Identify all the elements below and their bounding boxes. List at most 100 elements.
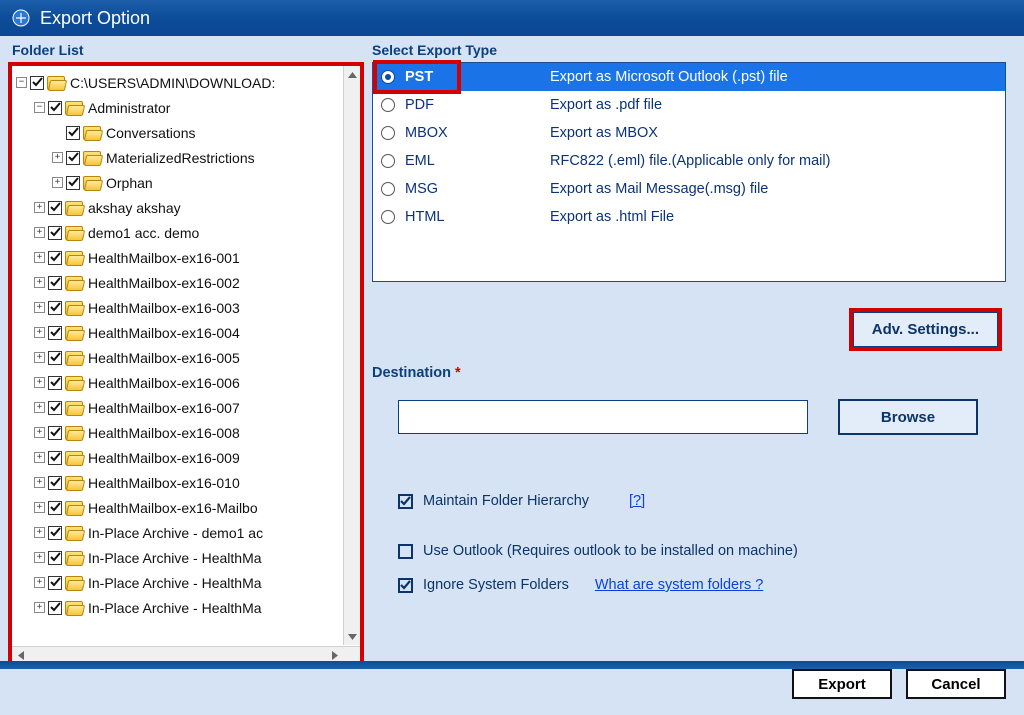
tree-checkbox[interactable] — [48, 326, 62, 340]
folder-icon — [83, 126, 101, 140]
scroll-down-icon[interactable] — [344, 628, 360, 645]
tree-row[interactable]: +HealthMailbox-ex16-009 — [32, 445, 360, 470]
expand-icon[interactable]: + — [34, 202, 45, 213]
export-type-msg[interactable]: MSGExport as Mail Message(.msg) file — [373, 175, 1005, 203]
tree-checkbox[interactable] — [48, 576, 62, 590]
expand-icon[interactable]: + — [52, 177, 63, 188]
tree-row[interactable]: + Orphan — [50, 170, 360, 195]
tree-checkbox[interactable] — [66, 176, 80, 190]
tree-row[interactable]: −C:\USERS\ADMIN\DOWNLOAD: — [14, 70, 360, 95]
tree-checkbox[interactable] — [66, 151, 80, 165]
tree-item-label: demo1 acc. demo — [86, 225, 199, 241]
expand-icon[interactable]: + — [52, 152, 63, 163]
tree-item-label: HealthMailbox-ex16-006 — [86, 375, 240, 391]
expand-icon[interactable]: + — [34, 552, 45, 563]
folder-icon — [65, 326, 83, 340]
radio-icon — [381, 98, 395, 112]
export-type-mbox[interactable]: MBOXExport as MBOX — [373, 119, 1005, 147]
radio-icon — [381, 126, 395, 140]
expand-icon[interactable]: + — [34, 227, 45, 238]
tree-row[interactable]: +HealthMailbox-ex16-001 — [32, 245, 360, 270]
tree-checkbox[interactable] — [66, 126, 80, 140]
expand-icon[interactable]: + — [34, 602, 45, 613]
tree-row[interactable]: +HealthMailbox-ex16-002 — [32, 270, 360, 295]
expand-icon[interactable]: + — [34, 427, 45, 438]
browse-button[interactable]: Browse — [838, 399, 978, 435]
destination-input[interactable] — [398, 400, 808, 434]
tree-checkbox[interactable] — [48, 376, 62, 390]
collapse-icon[interactable]: − — [16, 77, 27, 88]
cancel-button[interactable]: Cancel — [906, 669, 1006, 699]
maintain-hierarchy-checkbox[interactable] — [398, 494, 413, 509]
expand-icon[interactable]: + — [34, 327, 45, 338]
tree-checkbox[interactable] — [48, 201, 62, 215]
tree-row[interactable]: +HealthMailbox-ex16-003 — [32, 295, 360, 320]
tree-checkbox[interactable] — [48, 276, 62, 290]
collapse-icon[interactable]: − — [34, 102, 45, 113]
tree-row[interactable]: +akshay akshay — [32, 195, 360, 220]
tree-checkbox[interactable] — [48, 101, 62, 115]
folder-icon — [65, 301, 83, 315]
tree-checkbox[interactable] — [48, 526, 62, 540]
use-outlook-checkbox[interactable] — [398, 544, 413, 559]
expand-icon[interactable]: + — [34, 402, 45, 413]
tree-vertical-scrollbar[interactable] — [343, 66, 360, 645]
tree-checkbox[interactable] — [30, 76, 44, 90]
tree-row[interactable]: −Administrator — [32, 95, 360, 120]
export-type-desc: Export as MBOX — [550, 125, 1005, 141]
tree-row[interactable]: +HealthMailbox-ex16-010 — [32, 470, 360, 495]
tree-checkbox[interactable] — [48, 401, 62, 415]
tree-checkbox[interactable] — [48, 426, 62, 440]
required-indicator: * — [455, 365, 461, 381]
tree-checkbox[interactable] — [48, 301, 62, 315]
system-folders-help-link[interactable]: What are system folders ? — [595, 577, 763, 593]
expand-icon[interactable]: + — [34, 477, 45, 488]
expand-icon[interactable]: + — [34, 352, 45, 363]
tree-checkbox[interactable] — [48, 351, 62, 365]
export-type-pst[interactable]: PSTExport as Microsoft Outlook (.pst) fi… — [373, 63, 1005, 91]
tree-row[interactable]: + HealthMailbox-ex16-005 — [32, 345, 360, 370]
adv-settings-button[interactable]: Adv. Settings... — [853, 312, 998, 347]
expand-icon[interactable]: + — [34, 302, 45, 313]
expand-icon[interactable]: + — [34, 377, 45, 388]
tree-checkbox[interactable] — [48, 226, 62, 240]
tree-row[interactable]: Conversations — [50, 120, 360, 145]
tree-row[interactable]: +In-Place Archive - HealthMa — [32, 545, 360, 570]
tree-row[interactable]: +In-Place Archive - HealthMa — [32, 595, 360, 620]
export-type-html[interactable]: HTMLExport as .html File — [373, 203, 1005, 231]
export-button[interactable]: Export — [792, 669, 892, 699]
maintain-hierarchy-help-link[interactable]: [?] — [629, 493, 645, 509]
tree-checkbox[interactable] — [48, 476, 62, 490]
tree-row[interactable]: +MaterializedRestrictions — [50, 145, 360, 170]
tree-item-label: HealthMailbox-ex16-005 — [86, 350, 240, 366]
tree-row[interactable]: +In-Place Archive - HealthMa — [32, 570, 360, 595]
tree-row[interactable]: + HealthMailbox-ex16-006 — [32, 370, 360, 395]
tree-checkbox[interactable] — [48, 251, 62, 265]
tree-row[interactable]: + demo1 acc. demo — [32, 220, 360, 245]
tree-checkbox[interactable] — [48, 451, 62, 465]
tree-item-label: Orphan — [104, 175, 153, 191]
tree-row[interactable]: +HealthMailbox-ex16-Mailbo — [32, 495, 360, 520]
export-type-list: PSTExport as Microsoft Outlook (.pst) fi… — [372, 62, 1006, 282]
expand-icon[interactable]: + — [34, 277, 45, 288]
tree-row[interactable]: +HealthMailbox-ex16-007 — [32, 395, 360, 420]
folder-icon — [65, 551, 83, 565]
folder-list-panel: Folder List −C:\USERS\ADMIN\DOWNLOAD:−Ad… — [0, 36, 364, 667]
expand-icon[interactable]: + — [34, 252, 45, 263]
export-type-pdf[interactable]: PDFExport as .pdf file — [373, 91, 1005, 119]
tree-row[interactable]: +HealthMailbox-ex16-008 — [32, 420, 360, 445]
folder-tree[interactable]: −C:\USERS\ADMIN\DOWNLOAD:−AdministratorC… — [8, 62, 364, 667]
use-outlook-label: Use Outlook (Requires outlook to be inst… — [423, 543, 798, 559]
expand-icon[interactable]: + — [34, 527, 45, 538]
tree-checkbox[interactable] — [48, 601, 62, 615]
expand-icon[interactable]: + — [34, 502, 45, 513]
expand-icon[interactable]: + — [34, 577, 45, 588]
tree-checkbox[interactable] — [48, 501, 62, 515]
tree-row[interactable]: +HealthMailbox-ex16-004 — [32, 320, 360, 345]
scroll-up-icon[interactable] — [344, 66, 360, 83]
expand-icon[interactable]: + — [34, 452, 45, 463]
tree-checkbox[interactable] — [48, 551, 62, 565]
export-type-eml[interactable]: EMLRFC822 (.eml) file.(Applicable only f… — [373, 147, 1005, 175]
ignore-system-folders-checkbox[interactable] — [398, 578, 413, 593]
tree-row[interactable]: +In-Place Archive - demo1 ac — [32, 520, 360, 545]
